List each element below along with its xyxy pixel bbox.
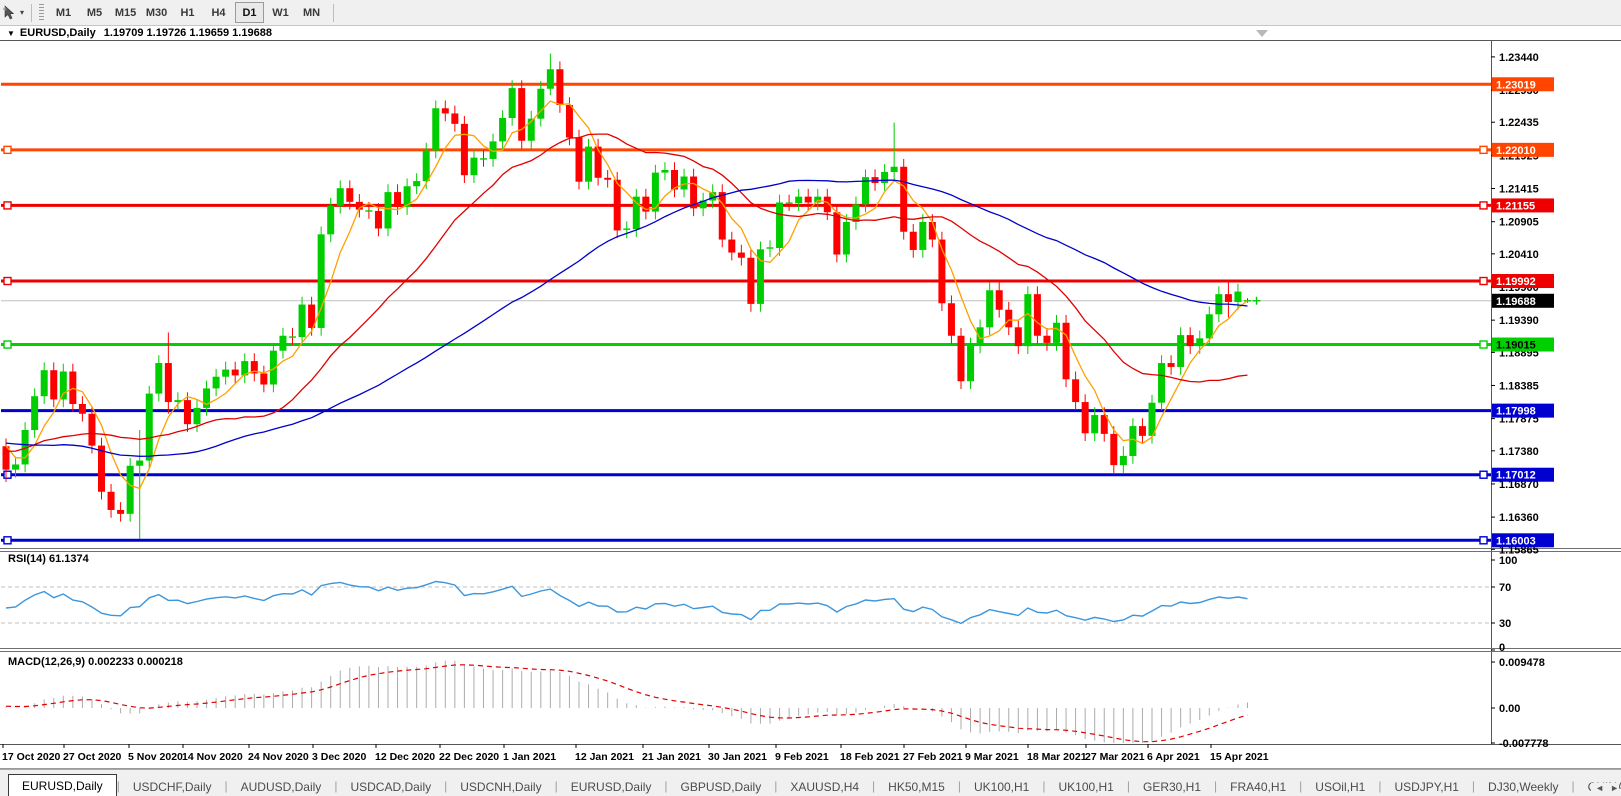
- price-level-badge-label: 1.17998: [1496, 406, 1536, 418]
- price-level-badge-label: 1.19992: [1496, 276, 1536, 288]
- date-tick-label: 27 Mar 2021: [1085, 751, 1145, 763]
- price-level-badge-label: 1.23019: [1496, 79, 1536, 91]
- chart-tab-audusd-daily[interactable]: AUDUSD,Daily: [228, 776, 335, 796]
- price-level-lines: 1.23019 1.22010 1.21155 1.19992 1.19015 1.179…: [1, 77, 1554, 547]
- rsi-pane: 100 70 30 0: [1, 555, 1517, 654]
- ma-line-sma5: [6, 101, 1248, 488]
- ma-line-sma20: [6, 134, 1248, 451]
- date-tick-label: 18 Mar 2021: [1027, 751, 1087, 763]
- chart-tab-usdcad-daily[interactable]: USDCAD,Daily: [337, 776, 444, 796]
- date-tick-label: 12 Dec 2020: [375, 751, 435, 763]
- macd-axis-label: 0.009478: [1499, 657, 1545, 669]
- date-tick-label: 3 Dec 2020: [312, 751, 366, 763]
- rsi-axis-label: 30: [1499, 618, 1511, 630]
- price-tick-label: 1.20410: [1499, 249, 1539, 261]
- date-tick-label: 21 Jan 2021: [642, 751, 701, 763]
- level-drag-handle[interactable]: [1480, 202, 1487, 209]
- price-tick-label: 1.16360: [1499, 512, 1539, 524]
- macd-axis: 0.009478 0.00 -0.007778: [1491, 657, 1549, 750]
- price-level-badge-label: 1.21155: [1496, 200, 1535, 212]
- macd-signal-line: [6, 665, 1248, 742]
- price-level-badge-label: 1.19015: [1496, 340, 1536, 352]
- chart-tab-usdjpy-h1[interactable]: USDJPY,H1: [1381, 776, 1471, 796]
- date-tick-label: 24 Nov 2020: [248, 751, 309, 763]
- level-drag-handle[interactable]: [4, 471, 11, 478]
- date-tick-label: 22 Dec 2020: [439, 751, 499, 763]
- price-tick-label: 1.21415: [1499, 184, 1539, 196]
- price-tick-label: 1.17380: [1499, 446, 1539, 458]
- level-drag-handle[interactable]: [1480, 278, 1487, 285]
- date-tick-label: 30 Jan 2021: [708, 751, 767, 763]
- chart-tab-xauusd-h4[interactable]: XAUUSD,H4: [777, 776, 872, 796]
- chart-tab-eurusd-daily[interactable]: EURUSD,Daily: [8, 774, 117, 796]
- macd-axis-label: -0.007778: [1499, 738, 1549, 750]
- moving-averages: [6, 101, 1248, 488]
- price-tick-label: 1.20905: [1499, 217, 1539, 229]
- date-tick-label: 9 Mar 2021: [965, 751, 1019, 763]
- chart-tab-ger30-h1[interactable]: GER30,H1: [1130, 776, 1214, 796]
- chart-tab-uk100-h1[interactable]: UK100,H1: [961, 776, 1042, 796]
- chart-tabs-bar: EURUSD,Daily|USDCHF,Daily|AUDUSD,Daily|U…: [0, 769, 1621, 796]
- date-tick-label: 17 Oct 2020: [2, 751, 61, 763]
- chart-tab-eurusd-daily[interactable]: EURUSD,Daily: [558, 776, 665, 796]
- chart-tab-usdchf-daily[interactable]: USDCHF,Daily: [120, 776, 225, 796]
- price-tick-label: 1.18385: [1499, 380, 1539, 392]
- date-tick-label: 27 Feb 2021: [903, 751, 963, 763]
- macd-pane: [6, 661, 1248, 747]
- bid-price-badge-label: 1.19688: [1496, 296, 1536, 308]
- level-drag-handle[interactable]: [1480, 341, 1487, 348]
- date-tick-label: 12 Jan 2021: [575, 751, 634, 763]
- date-axis: 17 Oct 202027 Oct 2020 5 Nov 202014 Nov 2…: [2, 744, 1269, 763]
- price-level-badge-label: 1.22010: [1496, 145, 1536, 157]
- date-tick-label: 9 Feb 2021: [775, 751, 829, 763]
- chart-plot-area[interactable]: 1.234401.229301.224351.219251.214151.209…: [0, 0, 1621, 796]
- price-tick-label: 1.23440: [1499, 52, 1539, 64]
- date-tick-label: 18 Feb 2021: [840, 751, 900, 763]
- rsi-line: [6, 582, 1248, 624]
- level-drag-handle[interactable]: [4, 341, 11, 348]
- tab-scroll-left-icon[interactable]: ◄: [1595, 783, 1604, 793]
- price-level-badge-label: 1.16003: [1496, 535, 1536, 547]
- macd-axis-label: 0.00: [1499, 703, 1520, 715]
- chart-tab-gbpusd-daily[interactable]: GBPUSD,Daily: [668, 776, 775, 796]
- date-tick-label: 6 Apr 2021: [1147, 751, 1200, 763]
- tab-scroll-controls: ◄ ►: [1591, 783, 1619, 793]
- price-level-badge-label: 1.17012: [1496, 470, 1536, 482]
- chart-tab-dj30-weekly[interactable]: DJ30,Weekly: [1475, 776, 1571, 796]
- level-drag-handle[interactable]: [4, 278, 11, 285]
- level-drag-handle[interactable]: [1480, 471, 1487, 478]
- rsi-axis-label: 0: [1499, 642, 1505, 654]
- level-drag-handle[interactable]: [4, 202, 11, 209]
- price-tick-label: 1.19390: [1499, 315, 1539, 327]
- chart-shift-marker-icon[interactable]: [1256, 30, 1268, 37]
- rsi-axis-label: 70: [1499, 582, 1511, 594]
- level-drag-handle[interactable]: [4, 537, 11, 544]
- tab-scroll-right-icon[interactable]: ►: [1610, 783, 1619, 793]
- mt4-terminal: ▾ M1M5M15M30H1H4D1W1MN ▼ EURUSD,Daily 1.…: [0, 0, 1621, 796]
- date-tick-label: 14 Nov 2020: [182, 751, 243, 763]
- candlestick-series: [3, 54, 1261, 539]
- level-drag-handle[interactable]: [1480, 537, 1487, 544]
- date-tick-label: 5 Nov 2020: [128, 751, 183, 763]
- level-drag-handle[interactable]: [4, 146, 11, 153]
- chart-tab-usdcnh-daily[interactable]: USDCNH,Daily: [447, 776, 554, 796]
- chart-tab-fra40-h1[interactable]: FRA40,H1: [1217, 776, 1299, 796]
- price-tick-label: 1.22435: [1499, 117, 1539, 129]
- chart-tab-hk50-m15[interactable]: HK50,M15: [875, 776, 958, 796]
- chart-tab-uk100-h1[interactable]: UK100,H1: [1045, 776, 1126, 796]
- date-tick-label: 1 Jan 2021: [503, 751, 556, 763]
- rsi-axis-label: 100: [1499, 555, 1517, 567]
- rsi-indicator-label: RSI(14) 61.1374: [8, 553, 89, 565]
- chart-tabs-list: EURUSD,Daily|USDCHF,Daily|AUDUSD,Daily|U…: [0, 774, 1621, 796]
- level-drag-handle[interactable]: [1480, 146, 1487, 153]
- date-tick-label: 27 Oct 2020: [63, 751, 122, 763]
- macd-indicator-label: MACD(12,26,9) 0.002233 0.000218: [8, 656, 183, 668]
- date-tick-label: 15 Apr 2021: [1210, 751, 1269, 763]
- chart-tab-usoil-h1[interactable]: USOil,H1: [1302, 776, 1378, 796]
